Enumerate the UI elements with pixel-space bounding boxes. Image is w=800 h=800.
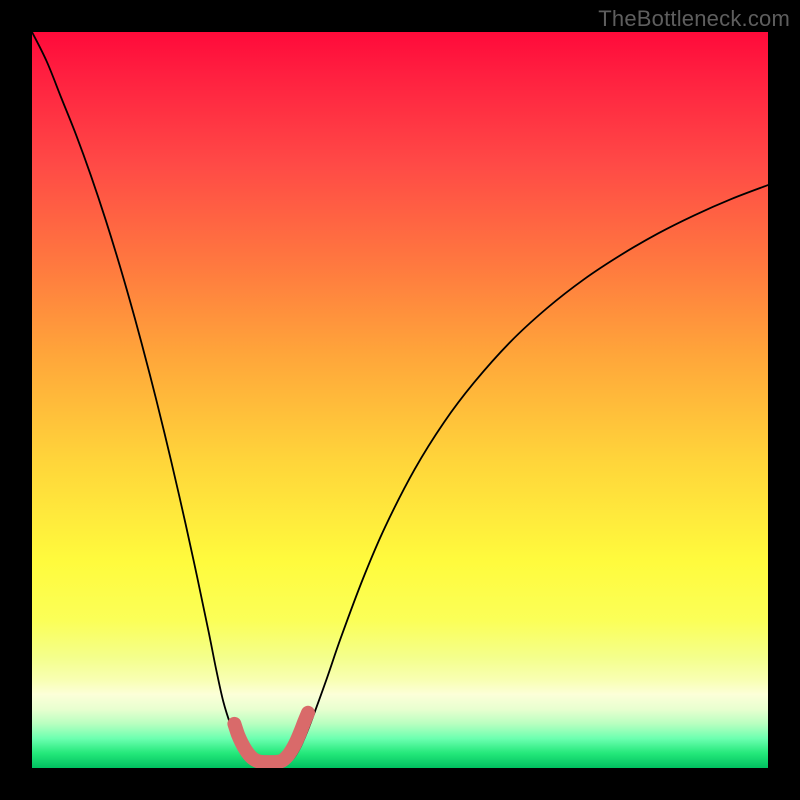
chart-frame: TheBottleneck.com bbox=[0, 0, 800, 800]
watermark-label: TheBottleneck.com bbox=[598, 6, 790, 32]
plot-gradient-background bbox=[32, 32, 768, 768]
